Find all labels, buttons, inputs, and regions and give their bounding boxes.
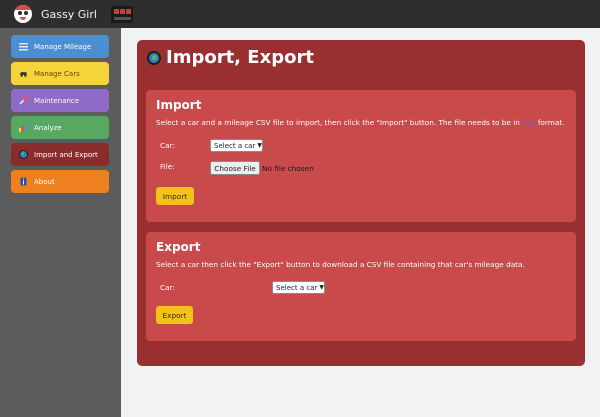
- sidebar-item-label: Manage Mileage: [34, 42, 92, 51]
- export-card: Export Select a car then click the "Expo…: [146, 232, 576, 341]
- globe-icon: [19, 150, 28, 159]
- wrench-icon: [19, 96, 28, 105]
- export-description: Select a car then click the "Export" but…: [156, 260, 525, 269]
- app-title[interactable]: Gassy Girl: [41, 8, 97, 21]
- sidebar-item-about[interactable]: About: [11, 170, 109, 193]
- chevron-down-icon: ▼: [319, 284, 324, 291]
- export-heading: Export: [156, 240, 201, 254]
- export-car-select[interactable]: Select a car ▼: [272, 281, 325, 294]
- sidebar-item-label: Import and Export: [34, 150, 98, 159]
- format-link[interactable]: this: [522, 118, 535, 127]
- sidebar-item-analyze[interactable]: Analyze: [11, 116, 109, 139]
- main-content: Import, Export Import Select a car and a…: [121, 28, 600, 417]
- chart-icon: [19, 123, 28, 132]
- export-button[interactable]: Export: [156, 306, 193, 324]
- import-button[interactable]: Import: [156, 187, 194, 205]
- sidebar-item-label: Maintenance: [34, 96, 80, 105]
- garage-icon: [110, 5, 133, 23]
- sidebar: Manage Mileage Manage Cars Maintenance A…: [0, 28, 121, 417]
- sidebar-item-label: Analyze: [34, 123, 62, 132]
- export-car-label: Car:: [160, 283, 175, 292]
- import-file-label: File:: [160, 162, 175, 171]
- sidebar-item-maintenance[interactable]: Maintenance: [11, 89, 109, 112]
- import-export-panel: Import, Export Import Select a car and a…: [137, 40, 585, 366]
- sidebar-item-manage-mileage[interactable]: Manage Mileage: [11, 35, 109, 58]
- globe-icon: [147, 50, 161, 65]
- chevron-down-icon: ▼: [257, 142, 262, 149]
- import-car-select[interactable]: Select a car ▼: [210, 139, 263, 152]
- sidebar-item-label: About: [34, 177, 55, 186]
- page-title: Import, Export: [166, 47, 314, 68]
- import-car-label: Car:: [160, 141, 175, 150]
- page-header: Import, Export: [147, 47, 314, 68]
- sidebar-item-manage-cars[interactable]: Manage Cars: [11, 62, 109, 85]
- import-heading: Import: [156, 98, 202, 112]
- sidebar-item-label: Manage Cars: [34, 69, 80, 78]
- import-description: Select a car and a mileage CSV file to i…: [156, 118, 565, 127]
- top-bar: Gassy Girl: [0, 0, 600, 28]
- choose-file-button[interactable]: Choose File: [210, 161, 260, 175]
- import-card: Import Select a car and a mileage CSV fi…: [146, 90, 576, 222]
- list-icon: [19, 42, 28, 51]
- file-status: No file chosen: [262, 164, 314, 173]
- car-icon: [19, 69, 28, 78]
- sidebar-item-import-and-export[interactable]: Import and Export: [11, 143, 109, 166]
- info-icon: [19, 177, 28, 186]
- clown-face-icon[interactable]: [14, 5, 32, 23]
